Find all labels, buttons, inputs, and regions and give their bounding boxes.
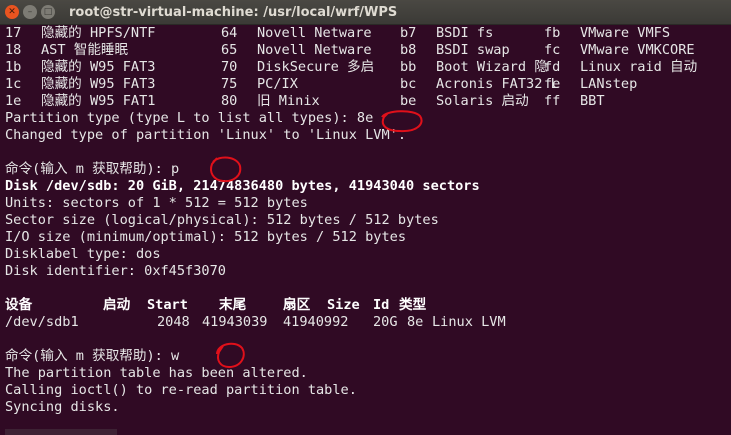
syncing-message: Syncing disks. xyxy=(5,399,120,415)
disk-info-line: Disk /dev/sdb: 20 GiB, 21474836480 bytes… xyxy=(5,178,480,194)
disklabel-line: Disklabel type: dos xyxy=(5,246,161,262)
col-boot-header: 启动 xyxy=(103,297,131,313)
partition-type-name: Acronis FAT32 L xyxy=(436,76,559,92)
partition-type-code: b8 xyxy=(400,42,417,58)
maximize-icon: □ xyxy=(43,7,53,17)
partition-type-code: 1c xyxy=(5,76,22,92)
partition-type-name: PC/IX xyxy=(257,76,298,92)
table-altered-message: The partition table has been altered. xyxy=(5,365,308,381)
partition-type-code: 1e xyxy=(5,93,22,109)
partition-type-name: BBT xyxy=(580,93,605,109)
ioctl-message: Calling ioctl() to re-read partition tab… xyxy=(5,382,357,398)
partition-type-name: 隐藏的 W95 FAT3 xyxy=(41,76,156,92)
id-cell: 8e xyxy=(407,314,424,330)
partition-type-name: AST 智能睡眠 xyxy=(41,42,129,58)
command-prompt: 命令(输入 m 获取帮助): xyxy=(5,161,172,177)
window-controls: ✕ – □ xyxy=(5,5,55,19)
col-size-header: Size xyxy=(327,297,360,313)
partition-type-code: 17 xyxy=(5,25,22,41)
partition-type-name: Solaris 启动 xyxy=(436,93,529,109)
terminal-window: ✕ – □ root@str-virtual-machine: /usr/loc… xyxy=(0,0,731,435)
col-sectors-header: 扇区 xyxy=(283,297,311,313)
partition-type-code: bb xyxy=(400,59,417,75)
partition-type-code: 1b xyxy=(5,59,22,75)
partition-type-code: fc xyxy=(544,42,561,58)
minimize-icon: – xyxy=(27,7,33,17)
sectors-cell: 41940992 xyxy=(283,314,349,330)
col-start-header: Start xyxy=(147,297,188,313)
changed-type-message: Changed type of partition 'Linux' to 'Li… xyxy=(5,127,407,143)
partition-type-code: 65 xyxy=(221,42,238,58)
col-id-header: Id xyxy=(373,297,390,313)
partition-type-code: 64 xyxy=(221,25,238,41)
partition-type-code: be xyxy=(400,93,417,109)
partition-type-prompt-line: Partition type (type L to list all types… xyxy=(5,110,731,127)
partition-type-name: Boot Wizard 隐 xyxy=(436,59,548,75)
partition-type-name: 旧 Minix xyxy=(257,93,320,109)
partition-type-code: bc xyxy=(400,76,417,92)
partition-type-name: Novell Netware xyxy=(257,25,372,41)
command-input: p xyxy=(171,161,180,177)
partition-type-code: fd xyxy=(544,59,561,75)
partition-type-name: 隐藏的 HPFS/NTF xyxy=(41,25,156,41)
partition-type-row: 1e 隐藏的 W95 FAT1 80 旧 Minix be Solaris 启动 ff BBT xyxy=(5,93,731,110)
partition-type-name: BSDI swap xyxy=(436,42,510,58)
col-end-header: 末尾 xyxy=(219,297,247,313)
terminal-cursor xyxy=(5,429,117,435)
partition-type-name: VMware VMKCORE xyxy=(580,42,695,58)
partition-type-name: BSDI fs xyxy=(436,25,494,41)
command-input: w xyxy=(171,348,180,364)
end-cell: 41943039 xyxy=(202,314,268,330)
close-button[interactable]: ✕ xyxy=(5,5,19,19)
partition-type-code: 80 xyxy=(221,93,238,109)
minimize-button[interactable]: – xyxy=(23,5,37,19)
device-cell: /dev/sdb1 xyxy=(5,314,79,330)
partition-type-input: 8e xyxy=(356,110,374,126)
command-prompt-line: 命令(输入 m 获取帮助): p xyxy=(5,161,731,178)
terminal-output[interactable]: 17 隐藏的 HPFS/NTF 64 Novell Netware b7 BSDI fs f… xyxy=(0,25,731,435)
type-cell: Linux LVM xyxy=(432,314,506,330)
partition-type-name: DiskSecure 多启 xyxy=(257,59,375,75)
command-prompt-line: 命令(输入 m 获取帮助): w xyxy=(5,348,731,365)
partition-type-name: VMware VMFS xyxy=(580,25,671,41)
units-line: Units: sectors of 1 * 512 = 512 bytes xyxy=(5,195,308,211)
partition-type-list: 17 隐藏的 HPFS/NTF 64 Novell Netware b7 BSDI fs f… xyxy=(5,25,731,110)
partition-type-prompt: Partition type (type L to list all types… xyxy=(5,110,357,126)
disk-identifier-line: Disk identifier: 0xf45f3070 xyxy=(5,263,226,279)
partition-type-row: 1b 隐藏的 W95 FAT3 70 DiskSecure 多启 bb Boot Wiza… xyxy=(5,59,731,76)
sector-size-line: Sector size (logical/physical): 512 byte… xyxy=(5,212,439,228)
device-table-row: /dev/sdb1 2048 41943039 41940992 20G 8e … xyxy=(5,314,731,331)
partition-type-name: Linux raid 自动 xyxy=(580,59,698,75)
partition-type-row: 18 AST 智能睡眠 65 Novell Netware b8 BSDI swap fc V… xyxy=(5,42,731,59)
partition-type-name: 隐藏的 W95 FAT3 xyxy=(41,59,156,75)
partition-type-name: 隐藏的 W95 FAT1 xyxy=(41,93,156,109)
close-icon: ✕ xyxy=(8,7,16,17)
partition-type-name: LANstep xyxy=(580,76,638,92)
io-size-line: I/O size (minimum/optimal): 512 bytes / … xyxy=(5,229,407,245)
col-device-header: 设备 xyxy=(5,297,33,313)
partition-type-row: 17 隐藏的 HPFS/NTF 64 Novell Netware b7 BSDI fs f… xyxy=(5,25,731,42)
size-cell: 20G xyxy=(373,314,398,330)
partition-type-code: 18 xyxy=(5,42,22,58)
partition-type-row: 1c 隐藏的 W95 FAT3 75 PC/IX bc Acronis FAT32 Lfe… xyxy=(5,76,731,93)
partition-type-code: b7 xyxy=(400,25,417,41)
partition-type-code: 70 xyxy=(221,59,238,75)
partition-type-code: 75 xyxy=(221,76,238,92)
partition-type-code: fe xyxy=(544,76,561,92)
window-title: root@str-virtual-machine: /usr/local/wrf… xyxy=(69,4,398,20)
start-cell: 2048 xyxy=(157,314,190,330)
device-table-header: 设备 启动 Start 末尾 扇区 Size Id 类型 xyxy=(5,297,731,314)
maximize-button[interactable]: □ xyxy=(41,5,55,19)
title-bar: ✕ – □ root@str-virtual-machine: /usr/loc… xyxy=(0,0,731,25)
col-type-header: 类型 xyxy=(399,297,427,313)
partition-type-code: ff xyxy=(544,93,561,109)
partition-type-code: fb xyxy=(544,25,561,41)
partition-type-name: Novell Netware xyxy=(257,42,372,58)
